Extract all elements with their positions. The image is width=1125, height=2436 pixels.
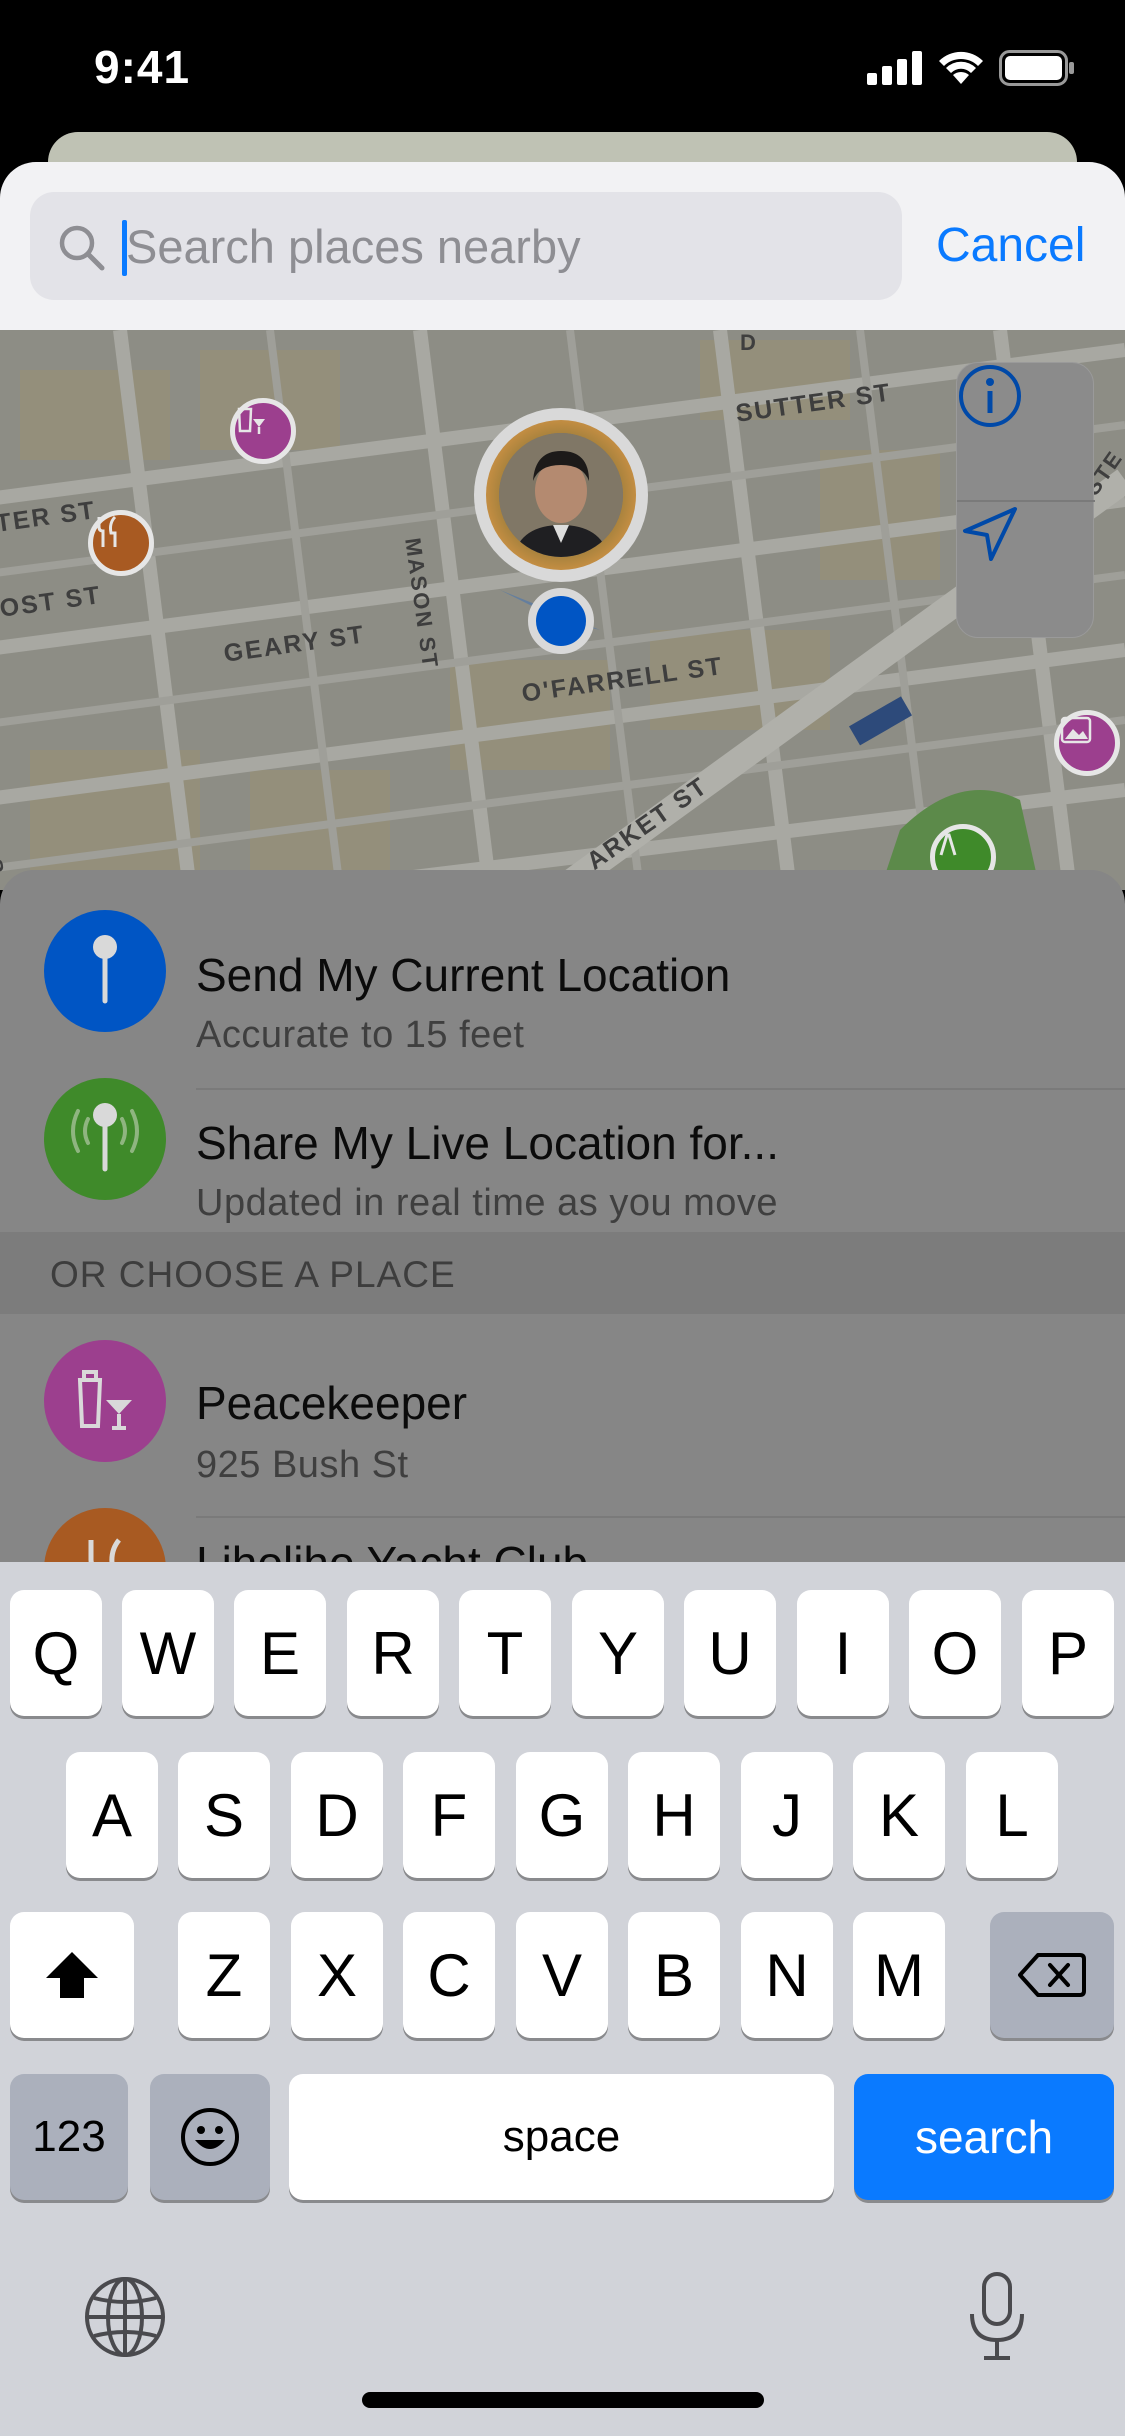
map-pin-cocktail[interactable] — [230, 398, 296, 464]
key-o[interactable]: O — [909, 1590, 1001, 1716]
status-icons — [867, 50, 1075, 86]
section-header-label: OR CHOOSE A PLACE — [50, 1254, 456, 1295]
search-key[interactable]: search — [854, 2074, 1114, 2200]
key-s[interactable]: S — [178, 1752, 270, 1878]
section-header: OR CHOOSE A PLACE — [0, 1232, 1125, 1314]
place-row[interactable]: Liholiho Yacht Club — [0, 1508, 1125, 1570]
place-title: Peacekeeper — [196, 1377, 468, 1429]
key-w[interactable]: W — [122, 1590, 214, 1716]
user-avatar[interactable] — [474, 408, 648, 582]
share-live-title: Share My Live Location for... — [196, 1117, 779, 1169]
shift-icon — [46, 1952, 98, 1998]
park-icon — [939, 833, 957, 856]
key-j[interactable]: J — [741, 1752, 833, 1878]
location-sheet: Send My Current Location Accurate to 15 … — [0, 870, 1125, 1570]
key-y[interactable]: Y — [572, 1590, 664, 1716]
key-l[interactable]: L — [966, 1752, 1058, 1878]
key-k[interactable]: K — [853, 1752, 945, 1878]
key-e[interactable]: E — [234, 1590, 326, 1716]
key-h[interactable]: H — [628, 1752, 720, 1878]
cancel-button[interactable]: Cancel — [936, 218, 1085, 273]
status-time: 9:41 — [94, 41, 191, 93]
key-x[interactable]: X — [291, 1912, 383, 2038]
send-location-subtitle: Accurate to 15 feet — [196, 1014, 525, 1056]
street-label-d: D — [740, 330, 758, 355]
key-t[interactable]: T — [459, 1590, 551, 1716]
key-z[interactable]: Z — [178, 1912, 270, 2038]
send-current-location-row[interactable]: Send My Current Location Accurate to 15 … — [0, 910, 1125, 1090]
place-address: 925 Bush St — [196, 1444, 409, 1486]
live-location-icon — [44, 1078, 166, 1200]
home-indicator[interactable] — [362, 2392, 764, 2408]
share-live-subtitle: Updated in real time as you move — [196, 1182, 779, 1224]
avatar-photo — [499, 433, 623, 557]
share-live-location-row[interactable]: Share My Live Location for... Updated in… — [0, 1078, 1125, 1246]
battery-icon — [999, 50, 1074, 86]
key-f[interactable]: F — [403, 1752, 495, 1878]
location-arrow-icon — [963, 507, 1017, 561]
key-r[interactable]: R — [347, 1590, 439, 1716]
numbers-key[interactable]: 123 — [10, 2074, 128, 2200]
wifi-icon — [939, 51, 983, 84]
cocktail-icon — [44, 1340, 166, 1462]
send-location-title: Send My Current Location — [196, 949, 731, 1001]
key-i[interactable]: I — [797, 1590, 889, 1716]
shift-key[interactable] — [10, 1912, 134, 2038]
search-header: Cancel — [0, 162, 1125, 330]
emoji-key[interactable] — [150, 2074, 270, 2200]
delete-key[interactable] — [990, 1912, 1114, 2038]
map-view[interactable]: SUTTER ST TER ST OST ST GEARY ST MASON S… — [0, 330, 1125, 890]
dictation-button[interactable] — [964, 2270, 1030, 2366]
cocktail-icon — [237, 407, 265, 434]
status-bar: 9:41 — [0, 0, 1125, 140]
fork-knife-icon — [97, 515, 117, 547]
search-icon — [59, 225, 105, 271]
search-field[interactable] — [30, 192, 902, 300]
keyboard: Q W E R T Y U I O P A S D F G H J K L Z … — [0, 1562, 1125, 2436]
key-a[interactable]: A — [66, 1752, 158, 1878]
fork-knife-icon — [44, 1508, 166, 1570]
key-b[interactable]: B — [628, 1912, 720, 2038]
globe-icon — [85, 2277, 165, 2357]
microphone-icon — [970, 2272, 1024, 2360]
key-m[interactable]: M — [853, 1912, 945, 2038]
key-d[interactable]: D — [291, 1752, 383, 1878]
photo-icon — [1060, 716, 1092, 744]
key-c[interactable]: C — [403, 1912, 495, 2038]
info-icon — [959, 365, 1021, 427]
map-pin-restaurant[interactable] — [88, 510, 154, 576]
delete-icon — [1018, 1953, 1086, 1997]
search-input[interactable] — [126, 204, 866, 288]
map-info-button[interactable] — [957, 363, 1095, 501]
map-pin-gallery[interactable] — [1054, 710, 1120, 776]
key-q[interactable]: Q — [10, 1590, 102, 1716]
emoji-icon — [181, 2108, 239, 2166]
key-p[interactable]: P — [1022, 1590, 1114, 1716]
key-g[interactable]: G — [516, 1752, 608, 1878]
key-v[interactable]: V — [516, 1912, 608, 2038]
location-pin-icon — [44, 910, 166, 1032]
globe-button[interactable] — [82, 2274, 168, 2360]
map-location-button[interactable] — [957, 501, 1095, 639]
current-location-dot — [528, 588, 594, 654]
cellular-signal-icon — [867, 51, 922, 85]
place-row[interactable]: Peacekeeper 925 Bush St — [0, 1340, 1125, 1518]
key-n[interactable]: N — [741, 1912, 833, 2038]
space-key[interactable]: space — [289, 2074, 834, 2200]
map-controls — [956, 362, 1095, 639]
key-u[interactable]: U — [684, 1590, 776, 1716]
